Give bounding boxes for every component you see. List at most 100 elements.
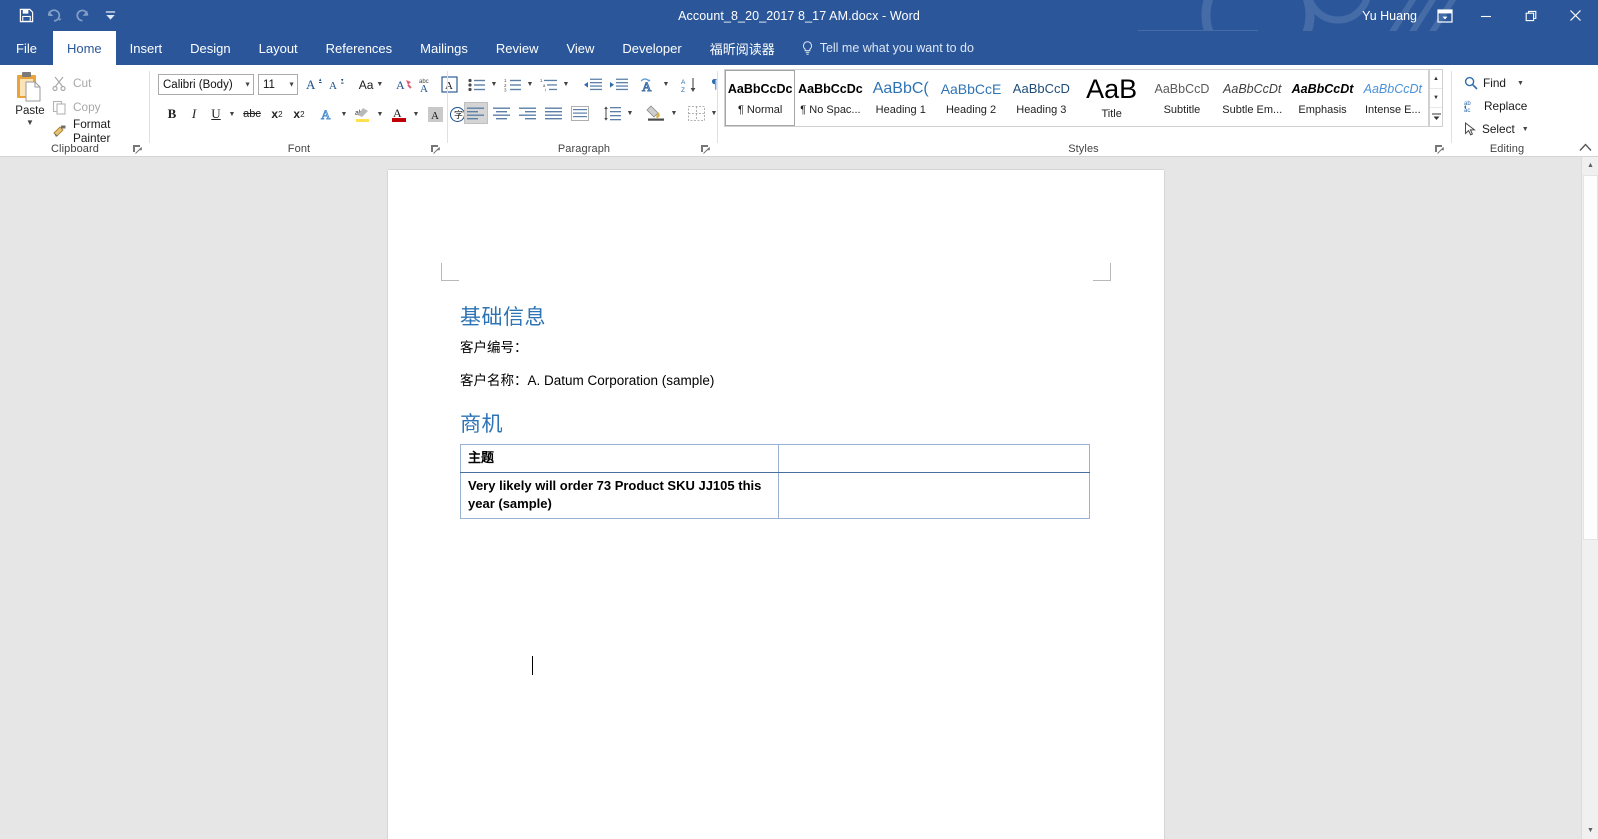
style-heading-1[interactable]: AaBbC( Heading 1 bbox=[865, 70, 936, 126]
style-emphasis[interactable]: AaBbCcDt Emphasis bbox=[1287, 70, 1358, 126]
replace-button[interactable]: ab ac Replace bbox=[1464, 96, 1527, 116]
underline-icon[interactable]: U bbox=[206, 103, 226, 125]
font-color-dropdown-arrow[interactable]: ▼ bbox=[410, 103, 422, 125]
style-subtle-emphasis[interactable]: AaBbCcDt Subtle Em... bbox=[1217, 70, 1288, 126]
increase-indent-icon[interactable] bbox=[606, 74, 630, 95]
document-canvas[interactable]: 基础信息 客户编号： 客户名称：A. Datum Corporation (sa… bbox=[0, 157, 1598, 839]
italic-icon[interactable]: I bbox=[184, 103, 204, 125]
tell-me-box[interactable]: Tell me what you want to do bbox=[789, 31, 986, 65]
font-size-combo[interactable]: 11 ▼ bbox=[258, 74, 298, 95]
align-left-icon[interactable] bbox=[464, 102, 488, 124]
tab-mailings[interactable]: Mailings bbox=[406, 31, 482, 65]
styles-gallery[interactable]: AaBbCcDc ¶ Normal AaBbCcDc ¶ No Spac... … bbox=[724, 69, 1429, 127]
clear-formatting-icon[interactable]: A bbox=[394, 74, 416, 95]
cut-button[interactable]: Cut bbox=[52, 73, 91, 93]
style-intense-emphasis[interactable]: AaBbCcDt Intense E... bbox=[1357, 70, 1428, 126]
shading-icon[interactable] bbox=[644, 102, 668, 124]
borders-dropdown-arrow[interactable]: ▼ bbox=[708, 102, 720, 124]
font-color-icon[interactable]: A bbox=[388, 103, 410, 125]
shrink-font-icon[interactable]: A bbox=[326, 74, 348, 95]
scroll-down-icon[interactable]: ▼ bbox=[1582, 822, 1598, 839]
font-dialog-launcher[interactable] bbox=[430, 142, 442, 154]
restore-button[interactable] bbox=[1508, 0, 1553, 31]
justify-icon[interactable] bbox=[542, 102, 566, 124]
numbering-dropdown-arrow[interactable]: ▼ bbox=[524, 74, 536, 95]
borders-icon[interactable] bbox=[684, 102, 708, 124]
distributed-icon[interactable] bbox=[568, 102, 592, 124]
strikethrough-icon[interactable]: abc bbox=[240, 103, 264, 125]
style-normal[interactable]: AaBbCcDc ¶ Normal bbox=[725, 70, 796, 126]
paragraph-dialog-launcher[interactable] bbox=[700, 142, 712, 154]
close-button[interactable] bbox=[1553, 0, 1598, 31]
scroll-up-icon[interactable]: ▲ bbox=[1582, 157, 1598, 174]
styles-more-icon[interactable] bbox=[1430, 108, 1442, 126]
find-dropdown-arrow[interactable]: ▼ bbox=[1517, 80, 1524, 87]
find-button[interactable]: Find ▼ bbox=[1464, 73, 1524, 93]
collapse-ribbon-button[interactable] bbox=[1579, 143, 1592, 155]
paste-dropdown-arrow[interactable]: ▼ bbox=[26, 119, 34, 127]
line-spacing-dropdown-arrow[interactable]: ▼ bbox=[624, 102, 636, 124]
superscript-icon[interactable]: x2 bbox=[288, 103, 310, 125]
styles-dialog-launcher[interactable] bbox=[1434, 142, 1446, 154]
bold-icon[interactable]: B bbox=[162, 103, 182, 125]
asian-layout-dropdown-arrow[interactable]: ▼ bbox=[660, 74, 672, 95]
style-subtitle[interactable]: AaBbCcD Subtitle bbox=[1146, 70, 1218, 126]
vertical-scrollbar[interactable]: ▲ ▼ bbox=[1581, 157, 1598, 839]
styles-scroll-down-icon[interactable]: ▼ bbox=[1430, 89, 1442, 108]
clipboard-dialog-launcher[interactable] bbox=[132, 142, 144, 154]
multilevel-list-icon[interactable]: 1ai bbox=[538, 74, 560, 95]
numbering-icon[interactable]: 123 bbox=[502, 74, 524, 95]
text-effects-icon[interactable]: A bbox=[316, 103, 338, 125]
style-heading-3[interactable]: AaBbCcD Heading 3 bbox=[1006, 70, 1077, 126]
text-highlight-dropdown-arrow[interactable]: ▼ bbox=[374, 103, 386, 125]
account-name[interactable]: Yu Huang bbox=[1352, 9, 1427, 23]
bullets-icon[interactable] bbox=[466, 74, 488, 95]
tab-foxit-reader[interactable]: 福昕阅读器 bbox=[696, 31, 789, 65]
table-cell-empty[interactable] bbox=[778, 472, 1090, 519]
grow-font-icon[interactable]: A bbox=[304, 74, 326, 95]
select-button[interactable]: Select ▼ bbox=[1464, 119, 1529, 139]
tab-view[interactable]: View bbox=[552, 31, 608, 65]
document-content[interactable]: 基础信息 客户编号： 客户名称：A. Datum Corporation (sa… bbox=[460, 305, 1092, 675]
font-name-combo[interactable]: Calibri (Body) ▼ bbox=[158, 74, 254, 95]
copy-button[interactable]: Copy bbox=[52, 97, 101, 117]
customize-qat-icon[interactable] bbox=[96, 4, 124, 28]
opportunity-table[interactable]: 主题 Very likely will order 73 Product SKU… bbox=[460, 444, 1090, 519]
save-icon[interactable] bbox=[12, 4, 40, 28]
asian-layout-icon[interactable]: A bbox=[636, 74, 660, 95]
styles-scroll-up-icon[interactable]: ▲ bbox=[1430, 70, 1442, 89]
style-no-spacing[interactable]: AaBbCcDc ¶ No Spac... bbox=[795, 70, 866, 126]
change-case-icon[interactable]: Aa ▼ bbox=[354, 74, 388, 95]
styles-scroll-buttons[interactable]: ▲ ▼ bbox=[1429, 69, 1443, 127]
text-effects-dropdown-arrow[interactable]: ▼ bbox=[338, 103, 350, 125]
tab-developer[interactable]: Developer bbox=[608, 31, 695, 65]
tab-design[interactable]: Design bbox=[176, 31, 244, 65]
underline-dropdown-arrow[interactable]: ▼ bbox=[226, 103, 238, 125]
align-center-icon[interactable] bbox=[490, 102, 514, 124]
align-right-icon[interactable] bbox=[516, 102, 540, 124]
sort-icon[interactable]: AZ bbox=[678, 74, 702, 95]
style-heading-2[interactable]: AaBbCcE Heading 2 bbox=[935, 70, 1007, 126]
table-row[interactable]: Very likely will order 73 Product SKU JJ… bbox=[460, 472, 1090, 519]
phonetic-guide-icon[interactable]: abc A bbox=[416, 74, 438, 95]
font-name-dropdown-arrow[interactable]: ▼ bbox=[244, 81, 251, 88]
minimize-button[interactable] bbox=[1463, 0, 1508, 31]
redo-icon[interactable] bbox=[68, 4, 96, 28]
tab-file[interactable]: File bbox=[0, 31, 53, 65]
subscript-icon[interactable]: x2 bbox=[266, 103, 288, 125]
undo-icon[interactable] bbox=[40, 4, 68, 28]
table-cell-opportunity-name[interactable]: Very likely will order 73 Product SKU JJ… bbox=[460, 472, 779, 519]
style-title[interactable]: AaB Title bbox=[1076, 70, 1147, 126]
select-dropdown-arrow[interactable]: ▼ bbox=[1522, 126, 1529, 133]
shading-dropdown-arrow[interactable]: ▼ bbox=[668, 102, 680, 124]
format-painter-button[interactable]: Format Painter bbox=[52, 117, 150, 145]
line-spacing-icon[interactable] bbox=[600, 102, 624, 124]
tab-layout[interactable]: Layout bbox=[245, 31, 312, 65]
multilevel-list-dropdown-arrow[interactable]: ▼ bbox=[560, 74, 572, 95]
decrease-indent-icon[interactable] bbox=[580, 74, 604, 95]
ribbon-display-options-icon[interactable] bbox=[1427, 0, 1463, 31]
bullets-dropdown-arrow[interactable]: ▼ bbox=[488, 74, 500, 95]
tab-insert[interactable]: Insert bbox=[116, 31, 177, 65]
tab-review[interactable]: Review bbox=[482, 31, 553, 65]
tab-references[interactable]: References bbox=[312, 31, 406, 65]
